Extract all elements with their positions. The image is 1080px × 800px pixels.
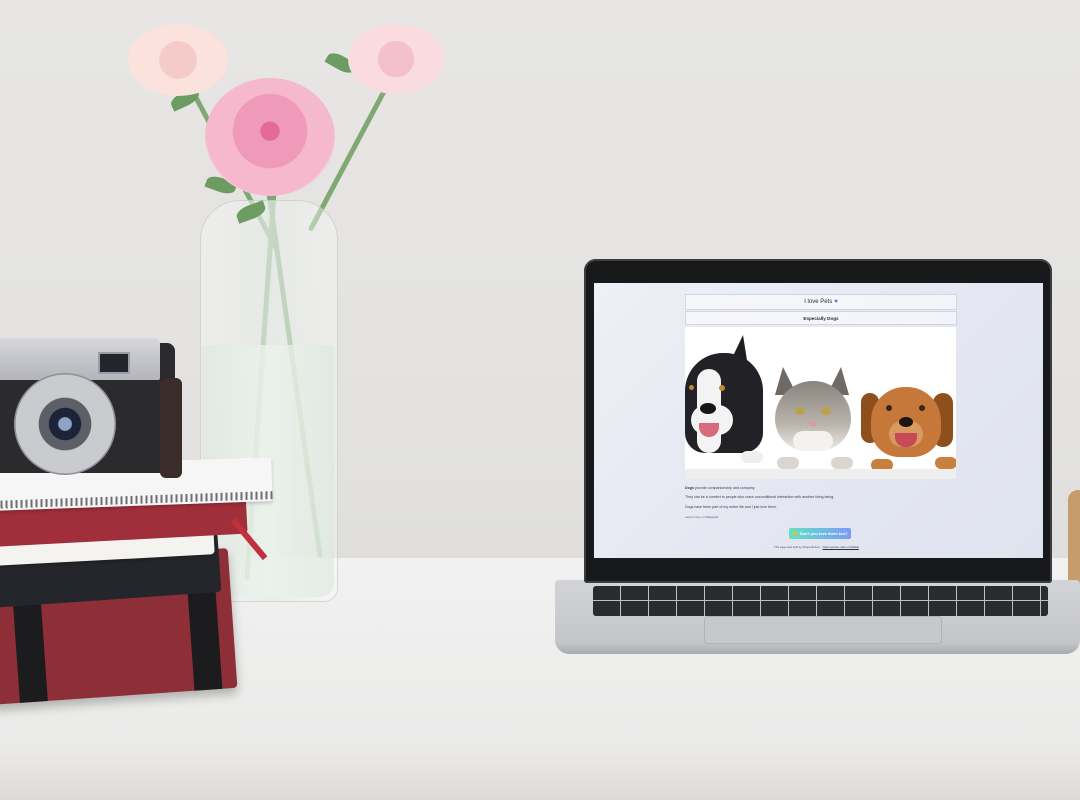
- dog-left-paw: [741, 451, 763, 463]
- dog-left-icon: [685, 335, 769, 469]
- cat-paw: [777, 457, 799, 469]
- footer-text: This page was built by Shaya Reboa: [774, 545, 820, 549]
- laptop-screen: I love Pets ♥ Especially Dogs Dogs provi…: [594, 283, 1043, 558]
- github-link[interactable]: Open-source code on GitHub: [823, 545, 859, 549]
- photo-ledge: [685, 469, 956, 479]
- laptop-trackpad: [704, 616, 942, 644]
- camera-strap: [160, 378, 182, 478]
- rose-flower-pale: [348, 24, 444, 94]
- site-title: I love Pets: [804, 299, 833, 305]
- paragraph-3: Dogs have been part of my entire life an…: [685, 505, 777, 509]
- dog-right-paw: [935, 457, 956, 469]
- desk-front-edge: [0, 752, 1080, 800]
- site-header: I love Pets ♥: [685, 294, 957, 310]
- pets-photo: [685, 327, 956, 479]
- purple-heart-icon: ♥: [834, 299, 838, 305]
- site-subtitle: Especially Dogs: [685, 311, 957, 325]
- rose-flower-pale: [128, 24, 228, 96]
- cta-label: Don't you love them too?: [799, 531, 848, 536]
- wooden-object-edge: [1068, 490, 1080, 590]
- paragraph-1-strong: Dogs: [685, 486, 694, 490]
- site-footer: This page was built by Shaya Reboa Open-…: [774, 545, 859, 549]
- cat-icon: [771, 367, 855, 467]
- rose-flower-pink: [205, 78, 335, 196]
- paragraph-1: Dogs provide companionship and company.: [685, 486, 755, 490]
- camera-lens-icon: [14, 373, 116, 475]
- laptop-keyboard: [593, 586, 1048, 616]
- love-them-button[interactable]: 🙂 Don't you love them too?: [789, 528, 851, 539]
- cat-paw: [831, 457, 853, 469]
- camera-top-plate: [0, 338, 160, 380]
- paragraph-1-rest: provide companionship and company.: [693, 486, 756, 490]
- camera-viewfinder: [98, 352, 130, 374]
- learn-more-link[interactable]: Learn more on Wikipedia: [685, 515, 718, 519]
- smile-icon: 🙂: [792, 531, 798, 536]
- paragraph-2: They can be a comfort to people who crav…: [685, 495, 835, 499]
